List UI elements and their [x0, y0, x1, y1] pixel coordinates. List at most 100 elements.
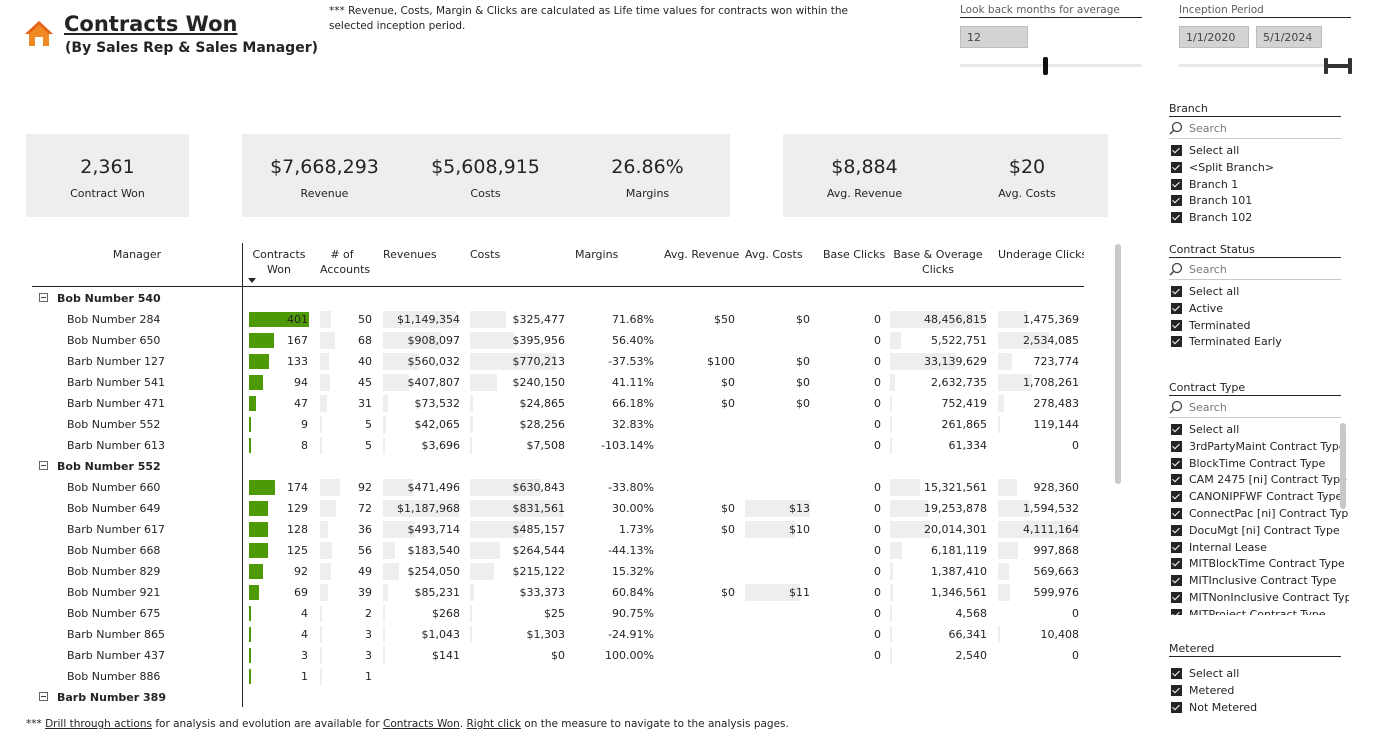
checkbox-checked-icon[interactable]	[1171, 440, 1182, 452]
base-clicks-value[interactable]: 0	[874, 586, 881, 599]
checkbox-checked-icon[interactable]	[1171, 668, 1182, 679]
accounts-value[interactable]: 1	[365, 670, 372, 683]
accounts-value[interactable]: 31	[358, 397, 372, 410]
slicer-item[interactable]: MITBlockTime Contract Type	[1171, 557, 1345, 573]
underage-clicks-value[interactable]: 2,534,085	[1023, 334, 1079, 347]
contracts-won-value[interactable]: 174	[287, 481, 308, 494]
contracts-won-value[interactable]: 128	[287, 523, 308, 536]
costs-value[interactable]: $25	[544, 607, 565, 620]
underage-clicks-value[interactable]: 10,408	[1041, 628, 1080, 641]
underage-clicks-value[interactable]: 599,976	[1034, 586, 1080, 599]
checkbox-checked-icon[interactable]	[1171, 424, 1182, 435]
checkbox-checked-icon[interactable]	[1171, 195, 1182, 207]
collapse-icon[interactable]	[39, 461, 48, 470]
footer-link-drill-through[interactable]: Drill through actions	[45, 718, 152, 730]
accounts-value[interactable]: 50	[358, 313, 372, 326]
lookback-slider-thumb[interactable]	[1043, 57, 1048, 75]
avg-revenue-value[interactable]: $0	[721, 376, 735, 389]
underage-clicks-value[interactable]: 0	[1072, 607, 1079, 620]
base-clicks-value[interactable]: 0	[874, 565, 881, 578]
base-clicks-value[interactable]: 0	[874, 313, 881, 326]
col-header-avg-costs[interactable]: Avg. Costs	[745, 247, 803, 262]
accounts-value[interactable]: 68	[358, 334, 372, 347]
costs-value[interactable]: $485,157	[513, 523, 566, 536]
slicer-item[interactable]: DocuMgt [ni] Contract Type	[1171, 524, 1340, 540]
slicer-scrollbar[interactable]	[1340, 423, 1346, 509]
revenues-value[interactable]: $141	[432, 649, 460, 662]
contracts-won-value[interactable]: 1	[301, 670, 308, 683]
margins-value[interactable]: 30.00%	[612, 502, 654, 515]
checkbox-checked-icon[interactable]	[1171, 178, 1182, 190]
revenues-value[interactable]: $183,540	[408, 544, 461, 557]
underage-clicks-value[interactable]: 1,475,369	[1023, 313, 1079, 326]
costs-value[interactable]: $630,843	[513, 481, 566, 494]
home-icon[interactable]	[24, 18, 54, 48]
margins-value[interactable]: 41.11%	[612, 376, 654, 389]
checkbox-checked-icon[interactable]	[1171, 161, 1182, 173]
slicer-search-input[interactable]: Search	[1169, 262, 1341, 280]
avg-costs-value[interactable]: $0	[796, 313, 810, 326]
revenues-value[interactable]: $1,187,968	[397, 502, 460, 515]
accounts-value[interactable]: 39	[358, 586, 372, 599]
accounts-value[interactable]: 45	[358, 376, 372, 389]
accounts-value[interactable]: 56	[358, 544, 372, 557]
avg-revenue-value[interactable]: $50	[714, 313, 735, 326]
avg-revenue-value[interactable]: $0	[721, 523, 735, 536]
contracts-won-value[interactable]: 8	[301, 439, 308, 452]
base-overage-clicks-value[interactable]: 2,632,735	[931, 376, 987, 389]
col-header-revenues[interactable]: Revenues	[383, 247, 437, 262]
checkbox-checked-icon[interactable]	[1171, 575, 1182, 587]
slicer-item[interactable]: Internal Lease	[1171, 541, 1267, 557]
checkbox-checked-icon[interactable]	[1171, 541, 1182, 553]
base-clicks-value[interactable]: 0	[874, 439, 881, 452]
slicer-item[interactable]: MITProject Contract Type	[1171, 608, 1326, 615]
costs-value[interactable]: $264,544	[513, 544, 566, 557]
accounts-value[interactable]: 40	[358, 355, 372, 368]
slicer-item[interactable]: CANONIPFWF Contract Type	[1171, 490, 1342, 506]
margins-value[interactable]: 15.32%	[612, 565, 654, 578]
contracts-won-value[interactable]: 47	[294, 397, 308, 410]
revenues-value[interactable]: $85,231	[415, 586, 461, 599]
slicer-item[interactable]: Select all	[1171, 285, 1239, 301]
costs-value[interactable]: $240,150	[513, 376, 566, 389]
checkbox-checked-icon[interactable]	[1171, 212, 1182, 224]
slicer-item[interactable]: 3rdPartyMaint Contract Type	[1171, 440, 1346, 456]
slicer-search-input[interactable]: Search	[1169, 121, 1341, 139]
checkbox-checked-icon[interactable]	[1171, 319, 1182, 331]
margins-value[interactable]: 32.83%	[612, 418, 654, 431]
contracts-won-value[interactable]: 167	[287, 334, 308, 347]
base-overage-clicks-value[interactable]: 33,139,629	[924, 355, 987, 368]
slicer-item[interactable]: Not Metered	[1171, 701, 1257, 717]
base-clicks-value[interactable]: 0	[874, 376, 881, 389]
contracts-won-value[interactable]: 4	[301, 607, 308, 620]
slicer-item[interactable]: MITNonInclusive Contract Type	[1171, 591, 1349, 607]
contracts-won-value[interactable]: 94	[294, 376, 308, 389]
underage-clicks-value[interactable]: 928,360	[1034, 481, 1080, 494]
accounts-value[interactable]: 49	[358, 565, 372, 578]
base-clicks-value[interactable]: 0	[874, 418, 881, 431]
checkbox-checked-icon[interactable]	[1171, 608, 1182, 615]
accounts-value[interactable]: 2	[365, 607, 372, 620]
footer-link-contracts-won[interactable]: Contracts Won	[383, 718, 460, 730]
revenues-value[interactable]: $254,050	[408, 565, 461, 578]
base-clicks-value[interactable]: 0	[874, 502, 881, 515]
base-overage-clicks-value[interactable]: 6,181,119	[931, 544, 987, 557]
base-clicks-value[interactable]: 0	[874, 649, 881, 662]
base-clicks-value[interactable]: 0	[874, 481, 881, 494]
base-overage-clicks-value[interactable]: 15,321,561	[924, 481, 987, 494]
underage-clicks-value[interactable]: 119,144	[1034, 418, 1080, 431]
slicer-item[interactable]: MITInclusive Contract Type	[1171, 574, 1336, 590]
col-header-costs[interactable]: Costs	[470, 247, 500, 262]
margins-value[interactable]: -103.14%	[601, 439, 654, 452]
underage-clicks-value[interactable]: 723,774	[1034, 355, 1080, 368]
base-overage-clicks-value[interactable]: 2,540	[956, 649, 988, 662]
base-overage-clicks-value[interactable]: 61,334	[949, 439, 988, 452]
col-header-underage-clicks[interactable]: Underage Clicks	[998, 247, 1084, 262]
underage-clicks-value[interactable]: 4,111,164	[1023, 523, 1079, 536]
avg-costs-value[interactable]: $11	[789, 586, 810, 599]
checkbox-checked-icon[interactable]	[1171, 684, 1182, 696]
underage-clicks-value[interactable]: 1,708,261	[1023, 376, 1079, 389]
avg-revenue-value[interactable]: $0	[721, 586, 735, 599]
checkbox-checked-icon[interactable]	[1171, 592, 1182, 603]
col-header-manager[interactable]: Manager	[82, 247, 192, 262]
